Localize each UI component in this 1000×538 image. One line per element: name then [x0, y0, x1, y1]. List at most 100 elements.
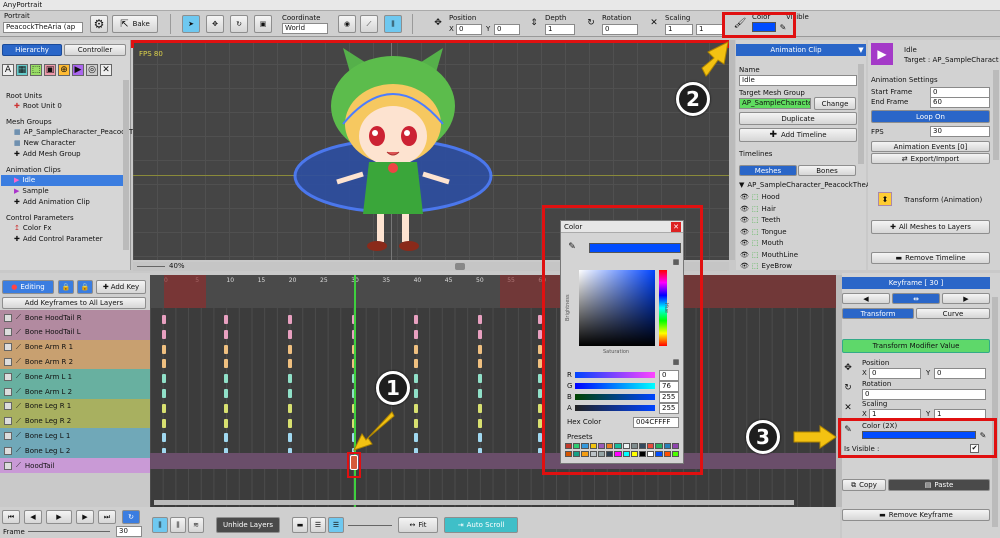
layer-toggle-icon[interactable] — [4, 387, 12, 396]
mesh-list-item[interactable]: 👁 ⬚ Hood — [740, 192, 856, 202]
remove-keyframe-button[interactable]: ▬ Remove Keyframe — [842, 509, 990, 521]
fps-field[interactable]: 30 — [930, 126, 990, 137]
row-size-1[interactable]: ▬ — [292, 517, 308, 533]
tab-meshes[interactable]: Meshes — [739, 165, 797, 176]
tree-root-unit-0[interactable]: ✚ Root Unit 0 — [14, 102, 62, 110]
tree-new-character[interactable]: ▦ New Character — [14, 139, 76, 147]
add-mesh-group-button[interactable]: ✚ Add Mesh Group — [14, 150, 81, 158]
keyframe-marker[interactable] — [414, 403, 418, 413]
paste-button[interactable]: ▤ Paste — [888, 479, 990, 491]
keyframe-marker[interactable] — [414, 359, 418, 369]
rotation-field[interactable]: 0 — [602, 24, 638, 35]
settings-button[interactable]: ⚙ — [90, 15, 108, 33]
prev-key-button[interactable]: ◀ — [842, 293, 890, 304]
keyframe-marker[interactable] — [224, 374, 228, 384]
keyframe-marker[interactable] — [288, 315, 292, 324]
keyframe-marker[interactable] — [224, 418, 228, 428]
keyframe-marker[interactable] — [162, 329, 166, 339]
tree-clip-idle[interactable]: ▶ Idle — [14, 176, 35, 184]
layer-toggle-icon[interactable] — [4, 431, 12, 440]
export-import-button[interactable]: ⇄ Export/Import — [871, 153, 990, 164]
timeline-zoom-slider[interactable] — [348, 525, 392, 526]
keyframe-scrollbar[interactable] — [992, 297, 998, 527]
all-meshes-to-layers-button[interactable]: ✚ All Meshes to Layers — [871, 220, 990, 234]
tree-color-fx[interactable]: ↥ Color Fx — [14, 224, 52, 232]
scale-y-field[interactable]: 1 — [696, 24, 724, 35]
keyframe-marker[interactable] — [224, 315, 228, 324]
position-y-field[interactable]: 0 — [494, 24, 520, 35]
timeline-layer-row[interactable]: ⟋ Bone Leg L 2 — [0, 443, 150, 459]
timeline-layer-row[interactable]: ⟋ Bone Arm R 2 — [0, 354, 150, 370]
keyframe-marker[interactable] — [288, 344, 292, 354]
first-frame-button[interactable]: ⏮ — [2, 510, 20, 524]
eye-icon[interactable]: 👁 — [740, 216, 749, 224]
scale-tool-button[interactable]: ▣ — [254, 15, 272, 33]
view-mode-3[interactable]: ≋ — [188, 517, 204, 533]
timeline-layer-row[interactable]: ⟋ Bone Arm L 2 — [0, 384, 150, 399]
viewport-scroll-thumb[interactable] — [455, 263, 465, 270]
keyframe-marker[interactable] — [224, 389, 228, 398]
loop-toggle-button[interactable]: ↻ — [122, 510, 140, 524]
next-frame-button[interactable]: ▶ — [76, 510, 94, 524]
move-tool-button[interactable]: ✥ — [206, 15, 224, 33]
image-filter-icon[interactable]: ▦ — [16, 64, 28, 76]
kf-position-y[interactable]: 0 — [934, 368, 986, 379]
timeline-scrollbar-h[interactable] — [154, 500, 794, 505]
coordinate-select[interactable]: World — [282, 23, 328, 34]
keyframe-marker[interactable] — [478, 315, 482, 324]
end-frame-field[interactable]: 60 — [930, 97, 990, 108]
keyframe-marker[interactable] — [162, 389, 166, 398]
mesh-list-item[interactable]: 👁 ⬚ Hair — [740, 204, 856, 214]
layer-toggle-icon[interactable] — [4, 446, 12, 455]
tab-keyframe-transform[interactable]: Transform — [842, 308, 914, 319]
timeline-layer-row[interactable]: ⟋ HoodTail — [0, 458, 150, 473]
keyframe-marker[interactable] — [224, 344, 228, 354]
mesh-list-item[interactable]: 👁 ⬚ Tongue — [740, 227, 856, 237]
layer-toggle-icon[interactable] — [4, 328, 12, 337]
keyframe-marker[interactable] — [288, 418, 292, 428]
animation-events-button[interactable]: Animation Events [0] — [871, 141, 990, 152]
tab-keyframe-curve[interactable]: Curve — [916, 308, 990, 319]
timeline-layer-row[interactable]: ⟋ Bone Arm R 1 — [0, 339, 150, 355]
add-key-button[interactable]: ✚ Add Key — [96, 280, 146, 294]
loop-button[interactable]: Loop On — [871, 110, 990, 123]
keyframe-marker[interactable] — [414, 389, 418, 398]
keyframe-marker[interactable] — [288, 403, 292, 413]
view-mode-2[interactable]: ⫼ — [170, 517, 186, 533]
depth-field[interactable]: 1 — [545, 24, 575, 35]
keyframe-marker[interactable] — [414, 344, 418, 354]
clear-filter-icon[interactable]: ✕ — [100, 64, 112, 76]
mesh-list-item[interactable]: 👁 ⬚ Teeth — [740, 215, 856, 225]
keyframe-marker[interactable] — [414, 315, 418, 324]
layer-toggle-icon[interactable] — [4, 461, 12, 470]
current-key-button[interactable]: ⇹ — [892, 293, 940, 304]
anim-filter-icon[interactable]: ▶ — [72, 64, 84, 76]
text-filter-icon[interactable]: A — [2, 64, 14, 76]
keyframe-marker[interactable] — [288, 389, 292, 398]
prev-frame-button[interactable]: ◀ — [24, 510, 42, 524]
timeline-layer-row[interactable]: ⟋ Bone Leg R 1 — [0, 398, 150, 414]
row-size-2[interactable]: ☰ — [310, 517, 326, 533]
timeline-layer-row[interactable]: ⟋ Bone Arm L 1 — [0, 369, 150, 385]
kf-position-x[interactable]: 0 — [869, 368, 921, 379]
param-filter-icon[interactable]: ◎ — [86, 64, 98, 76]
eye-icon[interactable]: 👁 — [740, 262, 749, 270]
eye-icon[interactable]: 👁 — [740, 251, 749, 259]
clip-name-field[interactable]: Idle — [739, 75, 857, 86]
layer-toggle-icon[interactable] — [4, 357, 12, 366]
settings-scrollbar[interactable] — [993, 70, 999, 160]
keyframe-marker[interactable] — [478, 374, 482, 384]
layer-toggle-icon[interactable] — [4, 343, 12, 352]
keyframe-marker[interactable] — [478, 403, 482, 413]
add-keyframes-all-button[interactable]: Add Keyframes to All Layers — [2, 297, 146, 309]
layer-toggle-icon[interactable] — [4, 313, 12, 322]
mesh-edit-button[interactable]: ⫼ — [384, 15, 402, 33]
kf-rotation[interactable]: 0 — [862, 389, 986, 400]
bone-button[interactable]: ⟋ — [360, 15, 378, 33]
lock2-button[interactable]: 🔒 — [77, 280, 93, 294]
tab-controller[interactable]: Controller — [64, 44, 126, 56]
layer-toggle-icon[interactable] — [4, 372, 12, 381]
position-x-field[interactable]: 0 — [456, 24, 482, 35]
frame-slider[interactable] — [28, 531, 110, 532]
layer-toggle-icon[interactable] — [4, 417, 12, 426]
